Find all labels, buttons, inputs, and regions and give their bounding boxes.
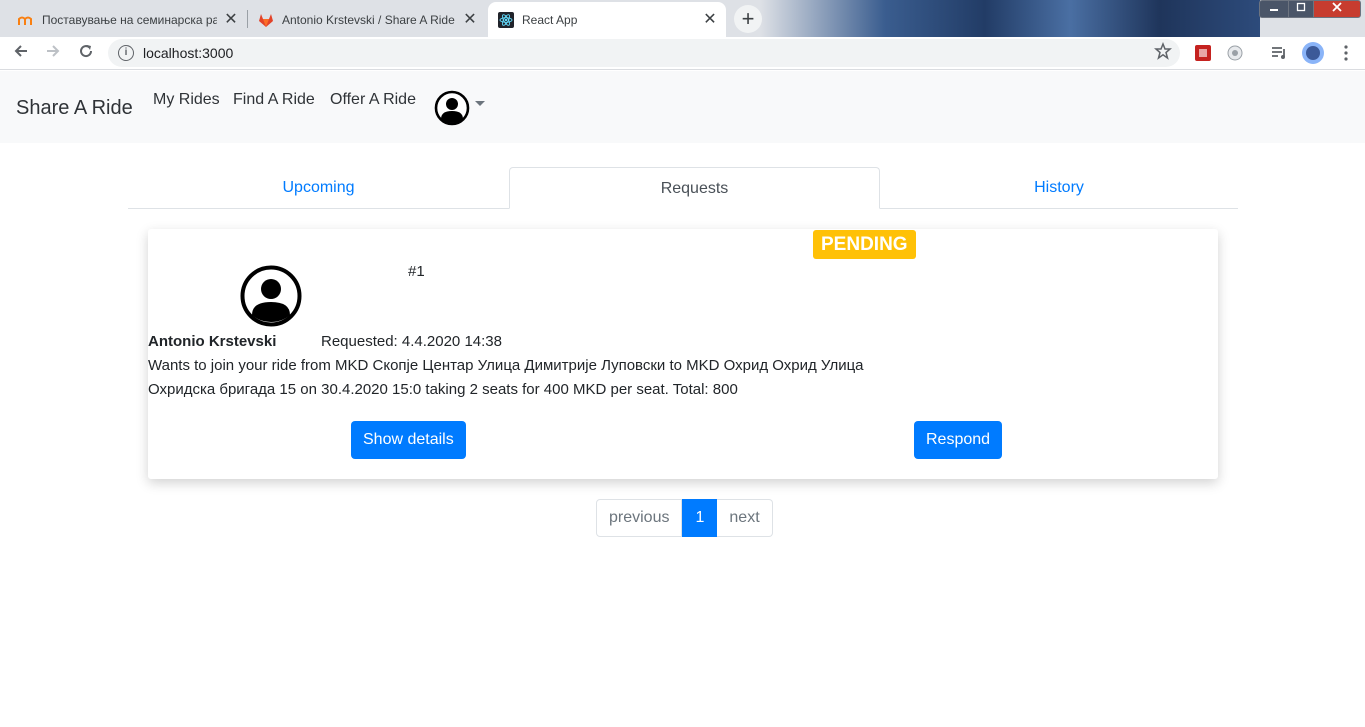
url-text[interactable]: localhost:3000 xyxy=(143,45,233,61)
arrow-right-icon xyxy=(47,45,60,57)
back-button[interactable] xyxy=(10,42,32,64)
request-date: Requested: 4.4.2020 14:38 xyxy=(321,333,502,350)
tab-history[interactable]: History xyxy=(880,167,1238,209)
nav-link-find-a-ride[interactable]: Find A Ride xyxy=(233,91,315,109)
pagination: previous 1 next xyxy=(596,499,773,537)
request-description: Wants to join your ride from MKD Скопје … xyxy=(148,357,864,398)
show-details-button[interactable]: Show details xyxy=(351,421,466,459)
pagination-page[interactable]: 1 xyxy=(682,499,718,537)
close-icon xyxy=(1332,2,1342,12)
browser-tab-react[interactable]: React App ✕ xyxy=(488,2,726,37)
tab-upcoming[interactable]: Upcoming xyxy=(128,167,509,209)
new-tab-button[interactable]: + xyxy=(734,5,762,33)
pagination-next[interactable]: next xyxy=(717,499,773,537)
bookmark-star-icon[interactable] xyxy=(1154,42,1172,60)
status-badge: PENDING xyxy=(813,230,916,259)
request-card: PENDING #1 Antonio Krstevski Requested: … xyxy=(148,229,1218,479)
window-close-button[interactable] xyxy=(1313,0,1361,18)
browser-tab-title: React App xyxy=(522,12,578,27)
gitlab-icon xyxy=(259,13,273,27)
info-icon[interactable]: i xyxy=(118,45,134,61)
browser-tab-title: Antonio Krstevski / Share A Ride xyxy=(282,12,455,27)
reload-button[interactable] xyxy=(75,42,97,64)
extension-icon[interactable] xyxy=(1226,44,1244,62)
rides-tabs: Upcoming Requests History xyxy=(128,167,1238,209)
request-number: #1 xyxy=(408,263,425,280)
moodle-icon xyxy=(18,16,32,25)
media-control-icon[interactable] xyxy=(1270,44,1288,62)
avatar xyxy=(240,265,302,327)
user-profile-icon[interactable] xyxy=(434,90,470,126)
nav-link-offer-a-ride[interactable]: Offer A Ride xyxy=(330,91,416,109)
navbar-brand[interactable]: Share A Ride xyxy=(16,97,133,120)
close-icon[interactable]: ✕ xyxy=(702,11,718,28)
extension-icon[interactable] xyxy=(1194,44,1212,62)
react-icon xyxy=(498,11,514,28)
forward-button[interactable] xyxy=(42,42,64,64)
chevron-down-icon[interactable] xyxy=(475,101,485,106)
address-bar[interactable]: i localhost:3000 xyxy=(108,39,1180,67)
restore-icon xyxy=(1296,2,1306,12)
nav-link-my-rides[interactable]: My Rides xyxy=(153,91,220,109)
browser-tab-moodle[interactable]: Поставување на семинарска ра ✕ xyxy=(0,2,247,37)
browser-profile-avatar-icon[interactable] xyxy=(1301,41,1325,65)
reload-icon xyxy=(80,45,93,58)
kebab-menu-icon[interactable] xyxy=(1337,44,1355,62)
close-icon[interactable]: ✕ xyxy=(223,11,239,28)
browser-tab-title: Поставување на семинарска ра xyxy=(42,12,217,27)
tab-requests[interactable]: Requests xyxy=(509,167,880,209)
browser-toolbar: i localhost:3000 xyxy=(0,37,1365,70)
respond-button[interactable]: Respond xyxy=(914,421,1003,459)
pagination-previous[interactable]: previous xyxy=(596,499,683,537)
window-background xyxy=(760,0,1260,37)
close-icon[interactable]: ✕ xyxy=(462,11,478,28)
requester-name: Antonio Krstevski xyxy=(148,333,277,350)
browser-tab-strip: Поставување на семинарска ра ✕ Antonio K… xyxy=(0,0,1365,37)
maximize-button[interactable] xyxy=(1288,0,1314,18)
browser-tab-gitlab[interactable]: Antonio Krstevski / Share A Ride ✕ xyxy=(248,2,486,37)
minimize-button[interactable] xyxy=(1259,0,1289,18)
minimize-icon xyxy=(1270,9,1278,11)
app-navbar: Share A Ride My Rides Find A Ride Offer … xyxy=(0,71,1365,143)
arrow-left-icon xyxy=(14,45,27,57)
